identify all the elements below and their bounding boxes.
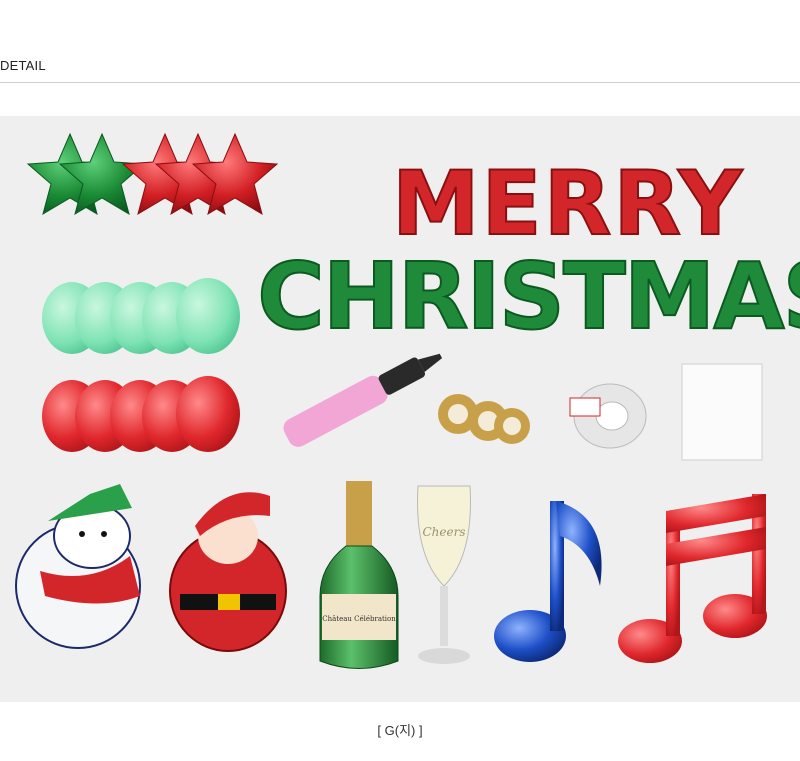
banner-line-merry: MERRY (392, 152, 744, 255)
hand-pump (283, 353, 443, 447)
banner-line-christmas: CHRISTMAS (257, 243, 800, 350)
glass-label: Cheers (422, 525, 465, 539)
bottle-label: Château Célébration (322, 615, 396, 623)
double-music-note-balloon (618, 494, 767, 663)
champagne-glass-balloon: Cheers (417, 485, 471, 664)
music-note-balloon (494, 501, 602, 662)
ribbon-rolls (438, 394, 530, 444)
glue-dot-sheet (681, 363, 763, 461)
detail-label: DETAIL (0, 58, 46, 73)
star-balloons (26, 132, 279, 216)
header-divider (0, 82, 800, 83)
glue-dot-tape (569, 383, 647, 449)
image-caption: [ G(지) ] (377, 723, 423, 738)
detail-header: DETAIL (0, 0, 800, 83)
red-balloons (42, 376, 240, 452)
product-photo: MERRY CHRISTMAS Château Célébration Chee… (0, 116, 800, 702)
champagne-bottle-balloon: Château Célébration (319, 481, 399, 669)
merry-christmas-banner: MERRY CHRISTMAS (256, 151, 800, 351)
santa-balloon (169, 492, 287, 652)
snowman-balloon (15, 484, 141, 649)
mint-balloons (42, 278, 240, 354)
